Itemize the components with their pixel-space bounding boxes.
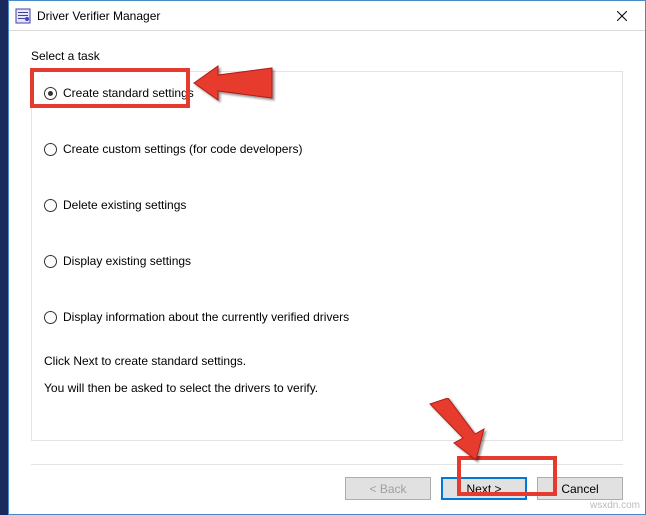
radio-icon bbox=[44, 143, 57, 156]
next-button[interactable]: Next > bbox=[441, 477, 527, 500]
back-button: < Back bbox=[345, 477, 431, 500]
watermark: wsxdn.com bbox=[590, 500, 640, 511]
radio-display-info[interactable]: Display information about the currently … bbox=[44, 310, 610, 324]
button-row: < Back Next > Cancel bbox=[31, 464, 623, 500]
radio-icon bbox=[44, 311, 57, 324]
content-area: Select a task Create standard settings C… bbox=[9, 31, 645, 461]
radio-delete-existing[interactable]: Delete existing settings bbox=[44, 198, 610, 212]
close-icon bbox=[617, 11, 627, 21]
radio-icon bbox=[44, 87, 57, 100]
close-button[interactable] bbox=[599, 1, 645, 31]
hint-text-1: Click Next to create standard settings. bbox=[44, 350, 610, 373]
hint-text-2: You will then be asked to select the dri… bbox=[44, 377, 610, 400]
cancel-button[interactable]: Cancel bbox=[537, 477, 623, 500]
task-label: Select a task bbox=[31, 49, 623, 63]
radio-icon bbox=[44, 199, 57, 212]
radio-label: Display existing settings bbox=[63, 254, 191, 268]
radio-display-existing[interactable]: Display existing settings bbox=[44, 254, 610, 268]
radio-create-custom[interactable]: Create custom settings (for code develop… bbox=[44, 142, 610, 156]
radio-create-standard[interactable]: Create standard settings bbox=[44, 86, 610, 100]
window-title: Driver Verifier Manager bbox=[37, 9, 599, 23]
radio-icon bbox=[44, 255, 57, 268]
radio-label: Delete existing settings bbox=[63, 198, 186, 212]
radio-label: Display information about the currently … bbox=[63, 310, 349, 324]
app-icon bbox=[15, 8, 31, 24]
window-left-edge bbox=[0, 0, 8, 515]
dialog-window: Driver Verifier Manager Select a task Cr… bbox=[8, 0, 646, 515]
radio-label: Create standard settings bbox=[63, 86, 194, 100]
options-group: Create standard settings Create custom s… bbox=[31, 71, 623, 441]
radio-label: Create custom settings (for code develop… bbox=[63, 142, 302, 156]
titlebar: Driver Verifier Manager bbox=[9, 1, 645, 31]
